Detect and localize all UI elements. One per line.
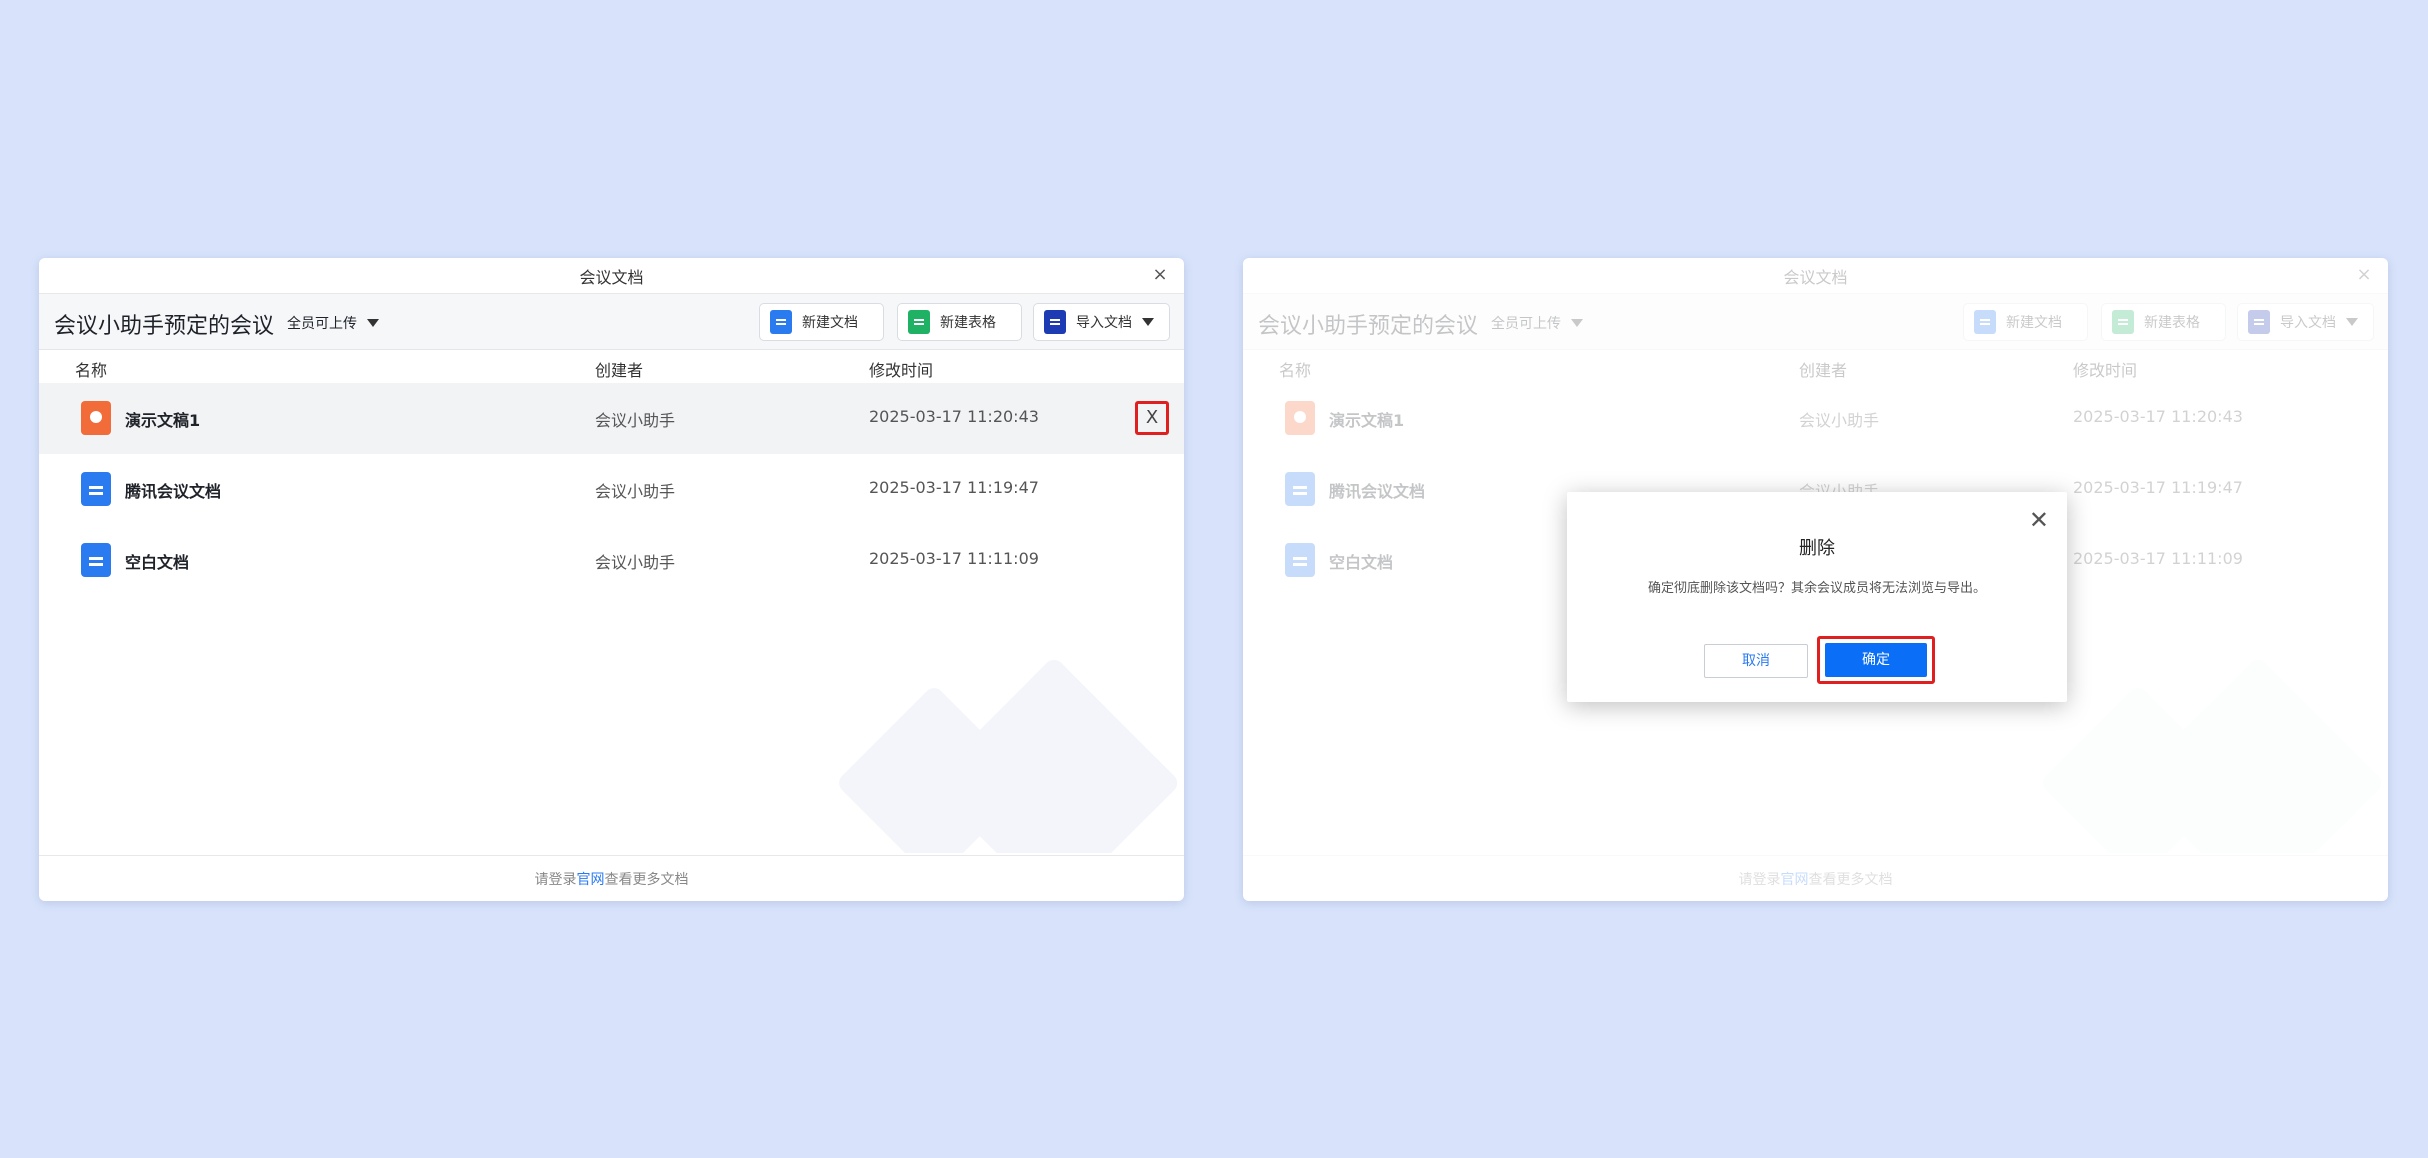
close-icon[interactable]: ✕ — [2029, 508, 2049, 532]
doc-icon — [81, 472, 111, 506]
delete-icon[interactable]: X — [1135, 401, 1169, 435]
official-site-link[interactable]: 官网 — [577, 869, 605, 889]
confirm-highlight: 确定 — [1817, 636, 1935, 684]
footer: 请登录 官网 查看更多文档 — [39, 855, 1184, 901]
meeting-docs-window-left: 会议文档 × 会议小助手预定的会议 全员可上传 新建文档 新建表格 导入文档 名… — [39, 258, 1184, 901]
doc-icon — [81, 543, 111, 577]
permission-dropdown[interactable]: 全员可上传 — [287, 313, 379, 333]
doc-toolbar: 会议小助手预定的会议 全员可上传 新建文档 新建表格 导入文档 — [39, 294, 1184, 350]
confirm-button[interactable]: 确定 — [1825, 643, 1927, 677]
file-creator: 会议小助手 — [595, 553, 676, 572]
file-creator: 会议小助手 — [595, 482, 676, 501]
column-name: 名称 — [75, 361, 108, 380]
footer-prefix: 请登录 — [534, 871, 577, 888]
dialog-message: 确定彻底删除该文档吗？其余会议成员将无法浏览与导出。 — [1647, 581, 1986, 596]
table-row[interactable]: 腾讯会议文档 会议小助手 2025-03-17 11:19:47 — [39, 454, 1184, 525]
dialog-title: 删除 — [1799, 538, 1835, 559]
column-modified: 修改时间 — [869, 361, 934, 380]
table-header: 名称 创建者 修改时间 — [39, 350, 1184, 383]
slides-icon — [81, 401, 111, 435]
window-title: 会议文档 — [579, 267, 644, 287]
import-icon — [1044, 310, 1066, 334]
doc-icon — [770, 310, 792, 334]
file-modified: 2025-03-17 11:11:09 — [869, 549, 1039, 568]
new-doc-button[interactable]: 新建文档 — [759, 303, 884, 341]
meeting-title: 会议小助手预定的会议 — [54, 314, 275, 339]
file-name: 空白文档 — [125, 553, 190, 572]
caret-down-icon — [1142, 318, 1154, 326]
table-row[interactable]: 演示文稿1 会议小助手 2025-03-17 11:20:43 X — [39, 383, 1184, 454]
footer-suffix: 查看更多文档 — [604, 871, 689, 888]
window-titlebar: 会议文档 × — [39, 258, 1184, 294]
watermark-logo — [804, 653, 1184, 853]
delete-confirm-dialog: ✕ 删除 确定彻底删除该文档吗？其余会议成员将无法浏览与导出。 取消 确定 — [1567, 492, 2067, 702]
permission-label: 全员可上传 — [287, 316, 357, 332]
column-creator: 创建者 — [595, 361, 644, 380]
close-icon[interactable]: × — [1150, 265, 1170, 285]
file-name: 腾讯会议文档 — [125, 482, 222, 501]
new-sheet-button[interactable]: 新建表格 — [897, 303, 1022, 341]
file-modified: 2025-03-17 11:19:47 — [869, 478, 1039, 497]
table-row[interactable]: 空白文档 会议小助手 2025-03-17 11:11:09 — [39, 525, 1184, 596]
new-doc-label: 新建文档 — [802, 315, 858, 331]
new-sheet-label: 新建表格 — [940, 315, 996, 331]
cancel-button[interactable]: 取消 — [1704, 644, 1808, 678]
import-doc-button[interactable]: 导入文档 — [1033, 303, 1170, 341]
file-modified: 2025-03-17 11:20:43 — [869, 407, 1039, 426]
file-creator: 会议小助手 — [595, 411, 676, 430]
sheet-icon — [908, 310, 930, 334]
file-name: 演示文稿1 — [125, 411, 201, 430]
caret-down-icon — [367, 319, 379, 327]
import-label: 导入文档 — [1076, 315, 1132, 331]
